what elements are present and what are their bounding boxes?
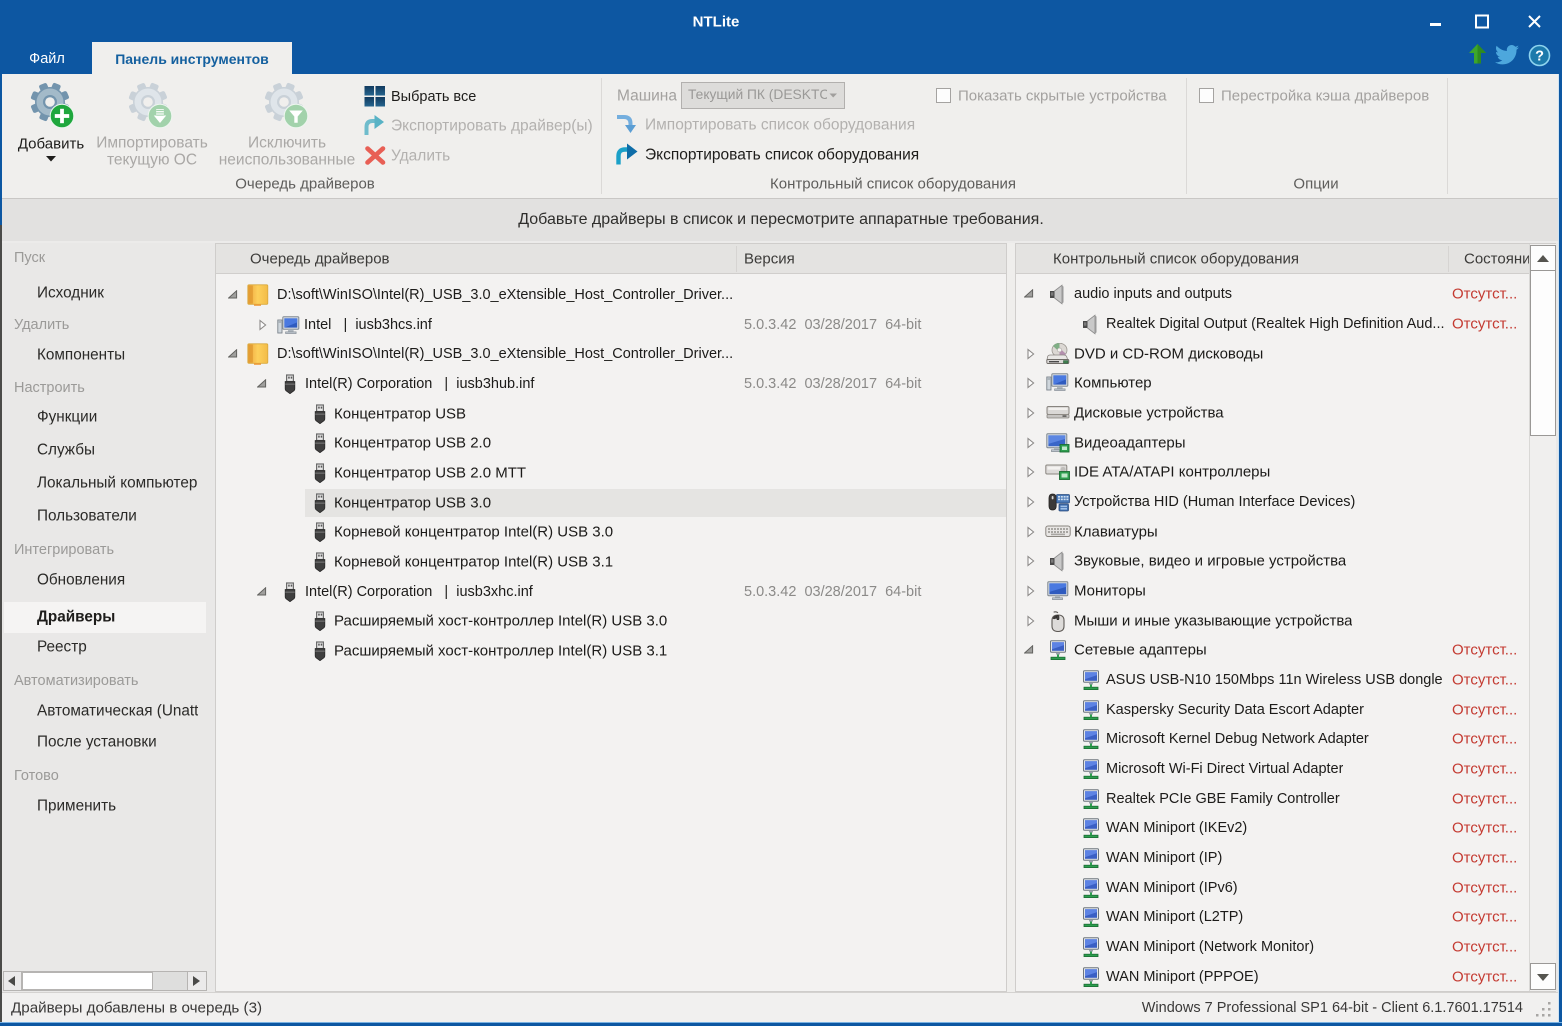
svg-text:?: ? <box>1535 48 1544 64</box>
